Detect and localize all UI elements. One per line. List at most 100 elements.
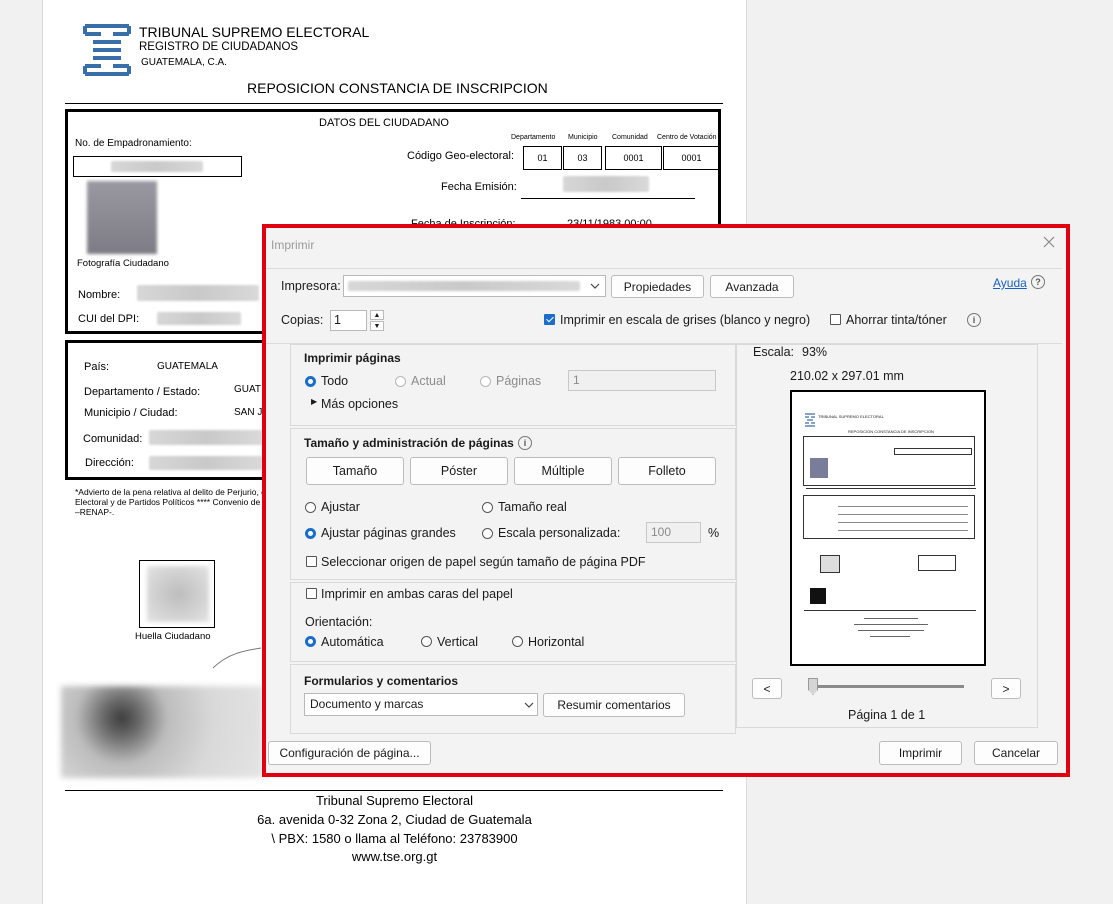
radio-fit[interactable] xyxy=(305,502,316,513)
redacted-value xyxy=(563,176,649,192)
page-setup-button[interactable]: Configuración de página... xyxy=(268,741,431,765)
pages-input[interactable]: 1 xyxy=(568,370,716,391)
radio-current[interactable] xyxy=(395,376,406,387)
redacted-value xyxy=(149,430,263,445)
mini-line xyxy=(870,636,910,637)
printer-select[interactable] xyxy=(343,275,606,297)
grayscale-label[interactable]: Imprimir en escala de grises (blanco y n… xyxy=(560,313,810,327)
org-name: TRIBUNAL SUPREMO ELECTORAL xyxy=(139,24,370,40)
custom-scale-input[interactable]: 100 xyxy=(646,522,701,543)
poster-button[interactable]: Póster xyxy=(410,457,508,485)
redacted-value xyxy=(111,161,203,172)
copies-stepper[interactable]: ▲ ▼ xyxy=(370,310,385,331)
chevron-down-icon xyxy=(524,702,534,708)
booklet-button[interactable]: Folleto xyxy=(618,457,716,485)
radio-horizontal[interactable] xyxy=(512,636,523,647)
paper-source-label[interactable]: Seleccionar origen de papel según tamaño… xyxy=(321,555,646,569)
geo-header-depto: Departamento xyxy=(511,134,556,141)
nombre-label: Nombre: xyxy=(78,289,121,301)
depto-value: GUAT xyxy=(234,384,262,395)
radio-vertical-label[interactable]: Vertical xyxy=(437,635,478,649)
title-divider xyxy=(65,103,723,104)
forms-title: Formularios y comentarios xyxy=(304,674,459,688)
fingerprint-image xyxy=(147,566,209,622)
triangle-right-icon[interactable]: ▶ xyxy=(311,397,317,406)
more-options-link[interactable]: Más opciones xyxy=(321,397,398,411)
doc-title: REPOSICION CONSTANCIA DE INSCRIPCION xyxy=(247,80,548,96)
radio-shrink-large-label[interactable]: Ajustar páginas grandes xyxy=(321,526,456,540)
help-link[interactable]: Ayuda xyxy=(993,276,1027,290)
geo-value-comunidad: 0001 xyxy=(605,146,662,170)
paper-source-checkbox[interactable] xyxy=(306,556,317,567)
radio-vertical[interactable] xyxy=(421,636,432,647)
redacted-qr-area xyxy=(61,686,263,778)
duplex-checkbox[interactable] xyxy=(306,588,317,599)
mini-line xyxy=(804,610,976,611)
scale-value: 93% xyxy=(802,345,828,359)
save-ink-label[interactable]: Ahorrar tinta/tóner xyxy=(846,313,947,327)
pais-label: País: xyxy=(84,361,110,373)
save-ink-checkbox[interactable] xyxy=(830,314,841,325)
radio-custom-scale[interactable] xyxy=(482,528,493,539)
mini-fingerprint xyxy=(820,555,840,573)
radio-actual-size-label[interactable]: Tamaño real xyxy=(498,500,567,514)
radio-auto[interactable] xyxy=(305,636,316,647)
geo-header-muni: Municipio xyxy=(568,134,598,141)
footer-line-2: 6a. avenida 0-32 Zona 2, Ciudad de Guate… xyxy=(257,812,532,827)
help-icon[interactable]: ? xyxy=(1031,275,1045,289)
cancel-button[interactable]: Cancelar xyxy=(974,741,1058,765)
fecha-emision-label: Fecha Emisión: xyxy=(441,181,517,193)
radio-shrink-large[interactable] xyxy=(305,528,316,539)
print-button[interactable]: Imprimir xyxy=(879,741,962,765)
muni-label: Municipio / Ciudad: xyxy=(84,407,178,419)
radio-current-label[interactable]: Actual xyxy=(411,374,446,388)
print-dialog: Imprimir Impresora: Propiedades Avanzada… xyxy=(262,224,1070,777)
radio-all-label[interactable]: Todo xyxy=(321,374,348,388)
footer-line-3: \ PBX: 1580 o llama al Teléfono: 2378390… xyxy=(271,831,518,846)
stepper-up-icon[interactable]: ▲ xyxy=(370,310,384,320)
advanced-button[interactable]: Avanzada xyxy=(710,275,794,298)
info-icon[interactable]: i xyxy=(518,436,532,450)
footnote-3: –RENAP-. xyxy=(75,507,115,517)
percent-sign: % xyxy=(708,526,720,540)
radio-fit-label[interactable]: Ajustar xyxy=(321,500,360,514)
mini-line xyxy=(864,618,918,619)
footer-divider xyxy=(65,790,723,791)
mini-title: REPOSICION CONSTANCIA DE INSCRIPCION xyxy=(848,429,934,434)
radio-horizontal-label[interactable]: Horizontal xyxy=(528,635,584,649)
size-section-title: Tamaño y administración de páginas xyxy=(304,436,514,450)
pais-value: GUATEMALA xyxy=(157,361,218,372)
mini-box xyxy=(918,555,956,571)
next-page-button[interactable]: > xyxy=(991,678,1021,699)
properties-button[interactable]: Propiedades xyxy=(611,275,704,298)
forms-select-value: Documento y marcas xyxy=(310,697,424,711)
radio-pages-label[interactable]: Páginas xyxy=(496,374,541,388)
redacted-printer-name xyxy=(348,281,580,291)
printer-label: Impresora: xyxy=(281,279,341,293)
close-icon[interactable] xyxy=(1043,236,1055,248)
mini-photo xyxy=(810,458,828,478)
copies-input[interactable]: 1 xyxy=(330,310,367,331)
empadronamiento-label: No. de Empadronamiento: xyxy=(75,138,192,149)
summarize-comments-button[interactable]: Resumir comentarios xyxy=(543,693,685,717)
radio-actual-size[interactable] xyxy=(482,502,493,513)
radio-custom-scale-label[interactable]: Escala personalizada: xyxy=(498,526,620,540)
prev-page-button[interactable]: < xyxy=(752,678,782,699)
radio-auto-label[interactable]: Automática xyxy=(321,635,384,649)
citizen-photo xyxy=(87,181,157,254)
photo-label: Fotografía Ciudadano xyxy=(77,258,169,269)
grayscale-checkbox[interactable] xyxy=(544,314,555,325)
multiple-button[interactable]: Múltiple xyxy=(514,457,612,485)
page-slider-track[interactable] xyxy=(812,685,964,688)
stepper-down-icon[interactable]: ▼ xyxy=(370,321,384,331)
mini-org-name: TRIBUNAL SUPREMO ELECTORAL xyxy=(818,414,884,419)
comunidad-label: Comunidad: xyxy=(83,433,143,445)
radio-all[interactable] xyxy=(305,376,316,387)
duplex-label[interactable]: Imprimir en ambas caras del papel xyxy=(321,587,513,601)
radio-pages[interactable] xyxy=(480,376,491,387)
forms-select[interactable]: Documento y marcas xyxy=(304,693,538,716)
info-icon[interactable]: i xyxy=(967,313,981,327)
mini-qr xyxy=(810,588,826,604)
size-button[interactable]: Tamaño xyxy=(306,457,404,485)
mini-box xyxy=(803,436,975,486)
